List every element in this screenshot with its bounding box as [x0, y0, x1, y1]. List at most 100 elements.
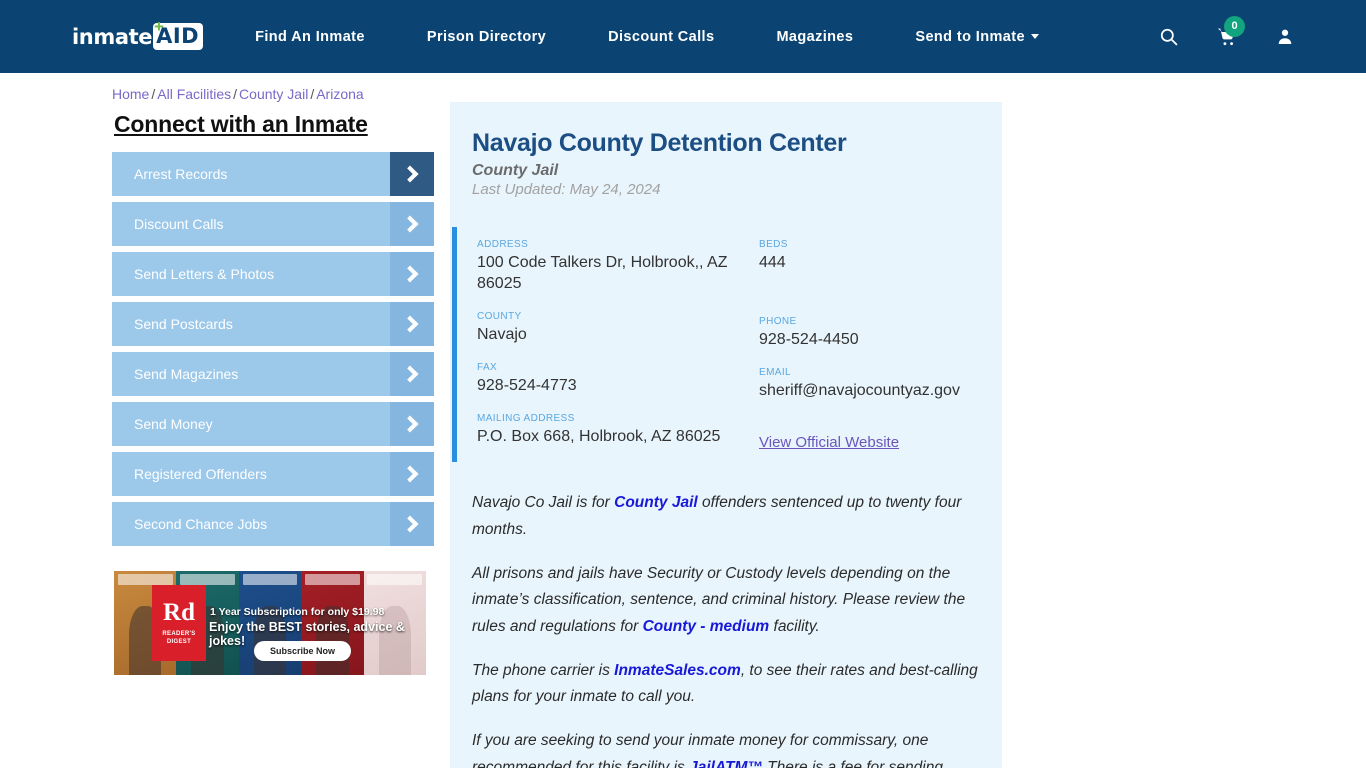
field-value: 928-524-4773: [477, 377, 577, 395]
last-updated: Last Updated: May 24, 2024: [472, 181, 661, 198]
field-value: 444: [759, 254, 786, 271]
breadcrumb-item-all-facilities[interactable]: All Facilities: [157, 86, 231, 102]
facility-header: Navajo County Detention Center County Ja…: [450, 129, 1002, 198]
cart-icon[interactable]: 0: [1216, 15, 1245, 47]
field-value: 928-524-4450: [759, 331, 859, 349]
sidebar-item-send-postcards[interactable]: Send Postcards: [112, 302, 434, 346]
sidebar-item-label: Discount Calls: [134, 216, 224, 232]
user-icon[interactable]: [1276, 27, 1294, 46]
sidebar-item-send-letters-photos[interactable]: Send Letters & Photos: [112, 252, 434, 296]
breadcrumb-separator: /: [310, 86, 315, 102]
nav-discount-calls[interactable]: Discount Calls: [608, 29, 714, 45]
paragraph: The phone carrier is InmateSales.com, to…: [472, 658, 992, 711]
ad-brand-sub: READER'S DIGEST: [162, 630, 196, 645]
field-value: sheriff@navajocountyaz.gov: [759, 382, 960, 400]
cart-count-badge: 0: [1224, 15, 1245, 37]
paragraph-text: facility.: [769, 617, 820, 635]
site-header: inmate + AID Find An Inmate Prison Direc…: [0, 0, 1366, 73]
breadcrumb-separator: /: [233, 86, 238, 102]
facility-type: County Jail: [472, 162, 559, 179]
field-mailing-address: MAILING ADDRESS P.O. Box 668, Holbrook, …: [477, 413, 759, 447]
field-phone: PHONE 928-524-4450: [759, 316, 999, 350]
field-label: BEDS: [759, 239, 788, 250]
field-beds: BEDS 444: [759, 239, 999, 273]
field-fax: FAX 928-524-4773: [477, 362, 759, 396]
sidebar-item-send-magazines[interactable]: Send Magazines: [112, 352, 434, 396]
content-row: Connect with an Inmate Arrest Records Di…: [0, 102, 1366, 768]
paragraph: All prisons and jails have Security or C…: [472, 561, 992, 641]
nav-send-to-inmate-label: Send to Inmate: [915, 28, 1025, 45]
facility-card: Navajo County Detention Center County Ja…: [450, 102, 1002, 768]
field-email: EMAIL sheriff@navajocountyaz.gov: [759, 367, 999, 401]
sidebar-item-label: Second Chance Jobs: [134, 516, 268, 532]
logo-text: inmate: [72, 24, 153, 49]
nav-send-to-inmate[interactable]: Send to Inmate: [915, 29, 1039, 45]
page-body: Home / All Facilities / County Jail / Arizona …: [0, 73, 1366, 768]
info-column-right: BEDS 444 PHONE 928-524-4450 EMAIL sherif…: [759, 239, 999, 452]
chevron-right-icon: [390, 452, 434, 496]
sidebar-item-label: Send Letters & Photos: [134, 266, 275, 282]
sidebar: Connect with an Inmate Arrest Records Di…: [112, 102, 442, 675]
breadcrumb-item-home[interactable]: Home: [112, 86, 149, 102]
field-label: PHONE: [759, 316, 797, 328]
facility-info-block: ADDRESS 100 Code Talkers Dr, Holbrook,, …: [452, 227, 1002, 463]
sidebar-title: Connect with an Inmate: [114, 111, 368, 137]
field-value: P.O. Box 668, Holbrook, AZ 86025: [477, 428, 721, 446]
chevron-down-icon: [1030, 33, 1039, 39]
inline-link[interactable]: County Jail: [614, 494, 698, 511]
chevron-right-icon: [390, 152, 434, 196]
paragraph: Navajo Co Jail is for County Jail offend…: [472, 490, 992, 543]
chevron-right-icon: [390, 352, 434, 396]
paragraph-text: Navajo Co Jail is for: [472, 494, 615, 512]
nav-prison-directory[interactable]: Prison Directory: [427, 29, 546, 45]
inline-link[interactable]: InmateSales.com: [614, 662, 741, 679]
breadcrumb-item-arizona[interactable]: Arizona: [316, 86, 363, 102]
field-value: 100 Code Talkers Dr, Holbrook,, AZ 86025: [477, 254, 728, 293]
field-label: MAILING ADDRESS: [477, 413, 575, 425]
facility-description: Navajo Co Jail is for County Jail offend…: [450, 490, 1002, 768]
view-official-website-link[interactable]: View Official Website: [759, 434, 899, 451]
sidebar-item-label: Registered Offenders: [134, 466, 267, 482]
sidebar-item-label: Arrest Records: [134, 166, 228, 182]
search-icon[interactable]: [1159, 27, 1178, 46]
chevron-right-icon: [390, 302, 434, 346]
ad-brand-logo: Rd READER'S DIGEST: [152, 585, 206, 661]
nav-find-an-inmate[interactable]: Find An Inmate: [255, 29, 365, 45]
nav-magazines[interactable]: Magazines: [776, 29, 853, 45]
field-label: ADDRESS: [477, 239, 529, 250]
breadcrumb: Home / All Facilities / County Jail / Arizona: [0, 73, 1366, 102]
sidebar-item-label: Send Postcards: [134, 316, 233, 332]
breadcrumb-separator: /: [151, 86, 156, 102]
paragraph-text: The phone carrier is: [472, 661, 615, 679]
header-icon-group: 0: [1159, 15, 1294, 47]
advertisement-banner[interactable]: Rd READER'S DIGEST 1 Year Subscription f…: [114, 571, 426, 675]
field-value: Navajo: [477, 326, 527, 344]
main-navigation: Find An Inmate Prison Directory Discount…: [255, 29, 1085, 45]
sidebar-item-send-money[interactable]: Send Money: [112, 402, 434, 446]
sidebar-item-second-chance-jobs[interactable]: Second Chance Jobs: [112, 502, 434, 546]
ad-headline: 1 Year Subscription for only $19.98: [210, 606, 385, 618]
inline-link[interactable]: County - medium: [643, 618, 770, 635]
logo-plus-icon: +: [154, 16, 164, 36]
chevron-right-icon: [390, 502, 434, 546]
chevron-right-icon: [390, 252, 434, 296]
field-label: FAX: [477, 362, 498, 374]
chevron-right-icon: [390, 402, 434, 446]
breadcrumb-item-county-jail[interactable]: County Jail: [239, 86, 308, 102]
info-column-left: ADDRESS 100 Code Talkers Dr, Holbrook,, …: [477, 239, 759, 452]
ad-brand-mark: Rd: [163, 598, 195, 626]
page-title: Navajo County Detention Center: [472, 129, 847, 157]
sidebar-item-label: Send Magazines: [134, 366, 239, 382]
field-county: COUNTY Navajo: [477, 311, 759, 345]
inline-link[interactable]: JailATM™: [689, 759, 763, 768]
sidebar-item-arrest-records[interactable]: Arrest Records: [112, 152, 434, 196]
ad-subscribe-button[interactable]: Subscribe Now: [254, 641, 352, 661]
sidebar-item-discount-calls[interactable]: Discount Calls: [112, 202, 434, 246]
sidebar-item-label: Send Money: [134, 416, 213, 432]
site-logo[interactable]: inmate + AID: [72, 18, 204, 52]
field-address: ADDRESS 100 Code Talkers Dr, Holbrook,, …: [477, 239, 759, 294]
sidebar-item-registered-offenders[interactable]: Registered Offenders: [112, 452, 434, 496]
field-label: COUNTY: [477, 311, 522, 323]
chevron-right-icon: [390, 202, 434, 246]
paragraph: If you are seeking to send your inmate m…: [472, 728, 992, 768]
